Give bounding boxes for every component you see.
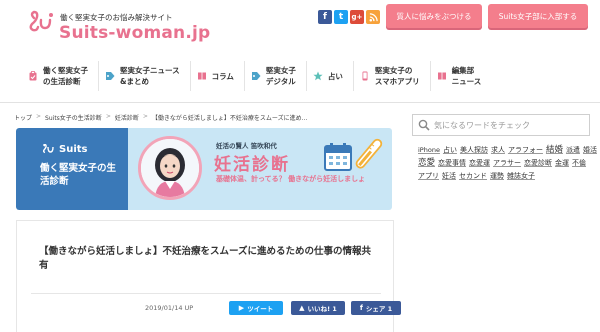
tag-link[interactable]: アラサー: [493, 159, 521, 168]
calendar-icon: [324, 143, 352, 171]
tag-icon: [251, 72, 261, 80]
tag-icon: [106, 72, 115, 80]
keyword-search: [412, 114, 590, 136]
tag-link[interactable]: 不倫: [572, 159, 586, 168]
tag-link[interactable]: 恋愛: [418, 159, 435, 168]
nav-item-app[interactable]: 堅実女子の スマホアプリ: [360, 61, 431, 91]
publish-date: 2019/01/14 UP: [145, 304, 194, 312]
twitter-bird-icon: ▶: [238, 304, 245, 312]
smartphone-icon: [362, 71, 368, 81]
tag-link[interactable]: 美人探訪: [460, 146, 488, 155]
banner-logo-text: Suits: [59, 144, 88, 155]
tag-link[interactable]: 金運: [555, 159, 569, 168]
nav-item-editorial-news[interactable]: 編集部 ニュース: [437, 61, 492, 91]
like-button[interactable]: ▲ いいね! 1: [291, 301, 345, 315]
social-links: f t g+: [318, 10, 380, 24]
thermometer-icon: [355, 138, 383, 169]
banner-title: 妊活診断: [214, 155, 290, 175]
facebook-f-icon: f: [359, 304, 363, 312]
nav-label: 働く堅実女子 の生活診断: [43, 66, 88, 86]
like-button-label: いいね! 1: [307, 305, 337, 313]
breadcrumb-link[interactable]: 妊活診断: [115, 113, 139, 122]
join-club-button[interactable]: Suits女子部に入部する: [488, 4, 588, 28]
twitter-icon[interactable]: t: [334, 10, 348, 24]
expert-portrait: [138, 136, 202, 200]
rss-glyph-icon: [369, 12, 378, 21]
book-icon: [437, 72, 446, 80]
diagnosis-banner[interactable]: Suits 働く堅実女子の生活診断 妊活の賢人 笛吹和代 妊活診断 基礎体温、計…: [16, 128, 392, 210]
main-nav: 働く堅実女子 の生活診断 堅実女子ニュース &まとめ コラム 堅実女子 デジタル…: [0, 54, 600, 98]
header-divider: [0, 102, 600, 103]
site-header: 働く堅実女子のお悩み解決サイト Suits-woman.jp f t g+ 質人…: [0, 0, 600, 50]
breadcrumb-separator: >: [36, 113, 42, 120]
tag-link[interactable]: 恋愛運: [469, 159, 490, 168]
tag-link[interactable]: 恋愛診断: [524, 159, 552, 168]
tag-cloud: iPhone 占い 美人探訪 求人 アラフォー 結婚 派遣 婚活 恋愛 恋愛事情…: [418, 146, 598, 181]
article-card: 【働きながら妊活しましょ】不妊治療をスムーズに進めるための仕事の情報共有 201…: [16, 220, 401, 332]
tag-link[interactable]: 恋愛事情: [438, 159, 466, 168]
logo-mark-icon: [42, 144, 54, 154]
breadcrumb-link[interactable]: トップ: [14, 113, 32, 122]
search-input[interactable]: [434, 120, 584, 130]
breadcrumb-current: 【働きながら妊活しましょ】不妊治療をスムーズに進め...: [151, 115, 308, 122]
article-divider: [31, 293, 381, 294]
google-plus-icon[interactable]: g+: [350, 10, 364, 24]
nav-label: 堅実女子ニュース &まとめ: [120, 66, 180, 86]
facebook-icon[interactable]: f: [318, 10, 332, 24]
nav-label: 編集部 ニュース: [451, 66, 482, 86]
breadcrumb: トップ > Suits女子の生活診断 > 妊活診断 > 【働きながら妊活しましょ…: [14, 113, 307, 122]
search-icon[interactable]: [418, 119, 430, 131]
facebook-share-label: シェア 1: [365, 305, 393, 313]
tag-link[interactable]: 占い: [443, 146, 457, 155]
ask-sage-button[interactable]: 質人に悩みをぶつける: [386, 4, 482, 28]
tag-link[interactable]: 派遣: [566, 146, 580, 155]
tag-link[interactable]: 婚活: [583, 146, 597, 155]
banner-brand-panel: Suits 働く堅実女子の生活診断: [16, 128, 128, 210]
banner-logo: Suits: [42, 144, 87, 155]
banner-slogan: 働く堅実女子の生活診断: [40, 163, 117, 187]
site-logo-text: Suits-woman.jp: [59, 23, 211, 43]
logo-mark-icon: [29, 10, 53, 32]
nav-label: コラム: [211, 71, 234, 81]
tag-link[interactable]: 妊活: [442, 172, 456, 180]
banner-caption: 妊活の賢人 笛吹和代: [216, 142, 277, 150]
nav-label: 堅実女子の スマホアプリ: [374, 66, 420, 86]
tag-link[interactable]: セカンド: [459, 172, 487, 180]
breadcrumb-separator: >: [105, 113, 111, 120]
rss-icon[interactable]: [366, 10, 380, 24]
site-tagline: 働く堅実女子のお悩み解決サイト: [60, 13, 173, 22]
nav-label: 堅実女子 デジタル: [265, 66, 296, 86]
thumbs-up-icon: ▲: [299, 304, 305, 312]
tag-link[interactable]: 運勢: [490, 172, 504, 180]
tweet-button[interactable]: ▶ ツイート: [229, 301, 283, 315]
tag-link[interactable]: アラフォー: [508, 146, 543, 155]
nav-label: 占い: [327, 71, 343, 81]
star-icon: [313, 71, 323, 81]
tweet-button-label: ツイート: [247, 305, 274, 313]
nav-item-fortune[interactable]: 占い: [313, 61, 354, 91]
breadcrumb-separator: >: [142, 113, 148, 120]
tag-link[interactable]: アプリ: [418, 172, 439, 180]
breadcrumb-link[interactable]: Suits女子の生活診断: [45, 113, 102, 122]
book-icon: [197, 72, 206, 80]
tag-link[interactable]: 求人: [491, 146, 505, 155]
clipboard-icon: [29, 71, 37, 81]
article-title: 【働きながら妊活しましょ】不妊治療をスムーズに進めるための仕事の情報共有: [39, 246, 372, 271]
nav-item-digital[interactable]: 堅実女子 デジタル: [251, 61, 307, 91]
tag-link[interactable]: 雑誌女子: [507, 172, 535, 180]
facebook-share-button[interactable]: f シェア 1: [351, 301, 401, 315]
nav-item-life-diagnosis[interactable]: 働く堅実女子 の生活診断: [28, 61, 99, 91]
nav-item-news[interactable]: 堅実女子ニュース &まとめ: [105, 61, 191, 91]
tag-link[interactable]: 結婚: [546, 146, 563, 155]
site-logo[interactable]: 働く堅実女子のお悩み解決サイト Suits-woman.jp: [28, 8, 228, 44]
person-illustration-icon: [141, 139, 199, 197]
nav-item-column[interactable]: コラム: [197, 61, 245, 91]
banner-subtitle: 基礎体温、計ってる？ 働きながら妊活しましょ: [216, 175, 366, 183]
tag-link[interactable]: iPhone: [418, 146, 440, 155]
